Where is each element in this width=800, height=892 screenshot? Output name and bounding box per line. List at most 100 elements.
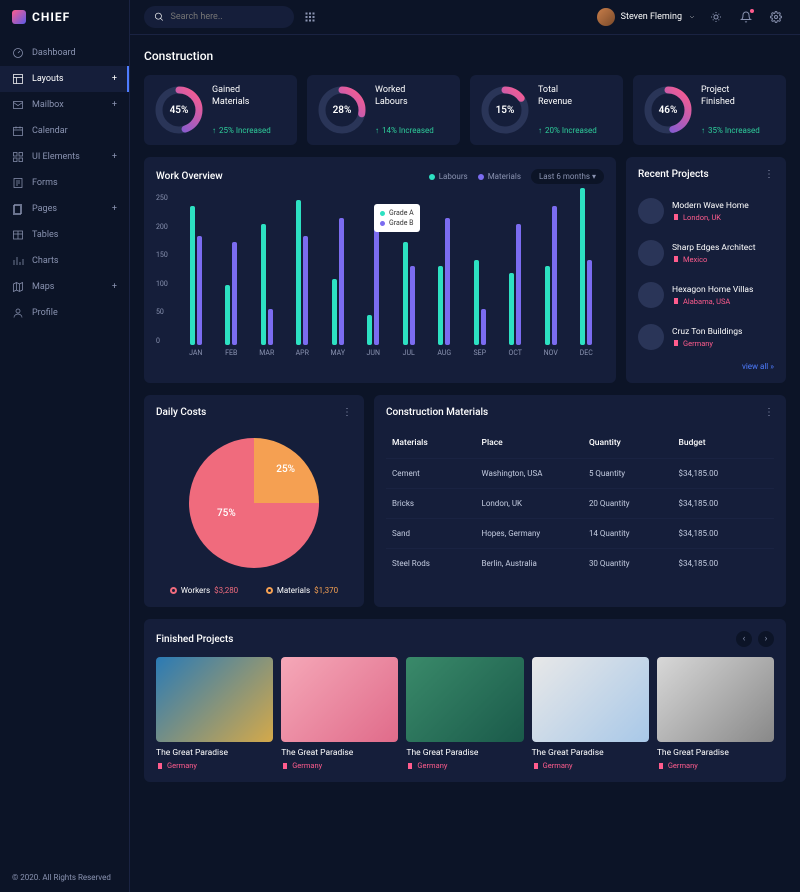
bar-labours[interactable] <box>403 242 408 345</box>
cell: 20 Quantity <box>589 499 679 508</box>
mail-icon <box>12 99 24 111</box>
project-location: Germany <box>657 761 774 770</box>
finished-card[interactable]: The Great Paradise Germany <box>156 657 273 770</box>
footer-text: © 2020. All Rights Reserved <box>0 863 129 892</box>
more-icon[interactable]: ⋮ <box>764 169 774 180</box>
nav-item-profile[interactable]: Profile <box>0 300 129 326</box>
x-label: JUL <box>391 349 427 357</box>
y-tick: 100 <box>156 280 168 288</box>
nav-item-forms[interactable]: Forms <box>0 170 129 196</box>
nav-label: Dashboard <box>32 48 76 58</box>
nav-item-maps[interactable]: Maps+ <box>0 274 129 300</box>
bar-materials[interactable] <box>445 218 450 345</box>
nav-item-pages[interactable]: Pages+ <box>0 196 129 222</box>
settings-button[interactable] <box>766 7 786 27</box>
next-button[interactable]: › <box>758 631 774 647</box>
nav: Dashboard Layouts+Mailbox+CalendarUI Elem… <box>0 34 129 863</box>
nav-item-calendar[interactable]: Calendar <box>0 118 129 144</box>
view-all-link[interactable]: view all » <box>638 362 774 371</box>
bar-labours[interactable] <box>509 273 514 345</box>
legend-labours: Labours <box>429 172 468 181</box>
search-input[interactable] <box>170 12 284 22</box>
building-icon <box>281 762 289 770</box>
project-item[interactable]: Hexagon Home VillasAlabama, USA <box>638 274 774 316</box>
bar-materials[interactable] <box>481 309 486 345</box>
bar-materials[interactable] <box>410 266 415 345</box>
bar-labours[interactable] <box>332 279 337 345</box>
grid-icon <box>12 151 24 163</box>
notifications-button[interactable] <box>736 7 756 27</box>
more-icon[interactable]: ⋮ <box>764 407 774 418</box>
stat-trend: ↑14% Increased <box>375 126 450 135</box>
bar-labours[interactable] <box>545 266 550 345</box>
bar-materials[interactable] <box>303 236 308 345</box>
bar-labours[interactable] <box>438 266 443 345</box>
legend-dot <box>266 587 273 594</box>
table-row[interactable]: Steel RodsBerlin, Australia30 Quantity$3… <box>386 548 774 578</box>
legend-dot <box>170 587 177 594</box>
project-title: The Great Paradise <box>156 748 273 758</box>
project-image <box>406 657 523 742</box>
table-row[interactable]: BricksLondon, UK20 Quantity$34,185.00 <box>386 488 774 518</box>
range-dropdown[interactable]: Last 6 months ▾ <box>531 169 604 184</box>
finished-card[interactable]: The Great ParadiseGermany <box>532 657 649 770</box>
bar-group: SEP <box>462 194 498 345</box>
project-item[interactable]: Cruz Ton BuildingsGermany <box>638 316 774 358</box>
nav-item-tables[interactable]: Tables <box>0 222 129 248</box>
finished-card[interactable]: The Great ParadiseGermany <box>657 657 774 770</box>
bar-materials[interactable] <box>374 212 379 345</box>
search-box[interactable] <box>144 6 294 28</box>
apps-icon[interactable] <box>304 11 316 23</box>
topbar: Steven Fleming <box>130 0 800 35</box>
nav-item-dashboard[interactable]: Dashboard <box>0 40 129 66</box>
speedometer-icon <box>12 47 24 59</box>
bar-materials[interactable] <box>587 260 592 345</box>
project-item[interactable]: Sharp Edges ArchitectMexico <box>638 232 774 274</box>
bar-materials[interactable] <box>552 206 557 345</box>
project-item[interactable]: Modern Wave HomeLondon, UK <box>638 190 774 232</box>
bar-group: MAR <box>249 194 285 345</box>
project-name: Sharp Edges Architect <box>672 243 756 253</box>
y-tick: 0 <box>156 337 168 345</box>
chevron-down-icon <box>688 13 696 21</box>
nav-item-charts[interactable]: Charts <box>0 248 129 274</box>
bar-materials[interactable] <box>339 218 344 345</box>
stat-pct: 45% <box>154 85 204 135</box>
user-menu[interactable]: Steven Fleming <box>597 8 696 26</box>
bar-labours[interactable] <box>190 206 195 345</box>
nav-item-ui-elements[interactable]: UI Elements+ <box>0 144 129 170</box>
col-header: Budget <box>678 438 768 448</box>
bar-labours[interactable] <box>261 224 266 345</box>
logo[interactable]: CHIEF <box>0 0 129 34</box>
legend-value: $1,370 <box>314 586 338 595</box>
bar-labours[interactable] <box>474 260 479 345</box>
project-title: The Great Paradise <box>532 748 649 758</box>
project-title: The Great Paradise <box>281 748 398 758</box>
bar-labours[interactable] <box>367 315 372 345</box>
bar-group: OCT <box>498 194 534 345</box>
nav-item-layouts[interactable]: Layouts+ <box>0 66 129 92</box>
bar-materials[interactable] <box>516 224 521 345</box>
project-location: Germany <box>156 761 273 770</box>
theme-toggle[interactable] <box>706 7 726 27</box>
more-icon[interactable]: ⋮ <box>342 407 352 418</box>
bar-materials[interactable] <box>268 309 273 345</box>
stat-trend: ↑25% Increased <box>212 126 287 135</box>
table-row[interactable]: SandHopes, Germany14 Quantity$34,185.00 <box>386 518 774 548</box>
prev-button[interactable]: ‹ <box>736 631 752 647</box>
bar-labours[interactable] <box>225 285 230 345</box>
expand-icon: + <box>112 152 117 162</box>
x-label: JAN <box>178 349 214 357</box>
bar-materials[interactable] <box>197 236 202 345</box>
finished-card[interactable]: The Great ParadiseGermany <box>281 657 398 770</box>
finished-card[interactable]: The Great ParadiseGermany <box>406 657 523 770</box>
bar-materials[interactable] <box>232 242 237 345</box>
nav-item-mailbox[interactable]: Mailbox+ <box>0 92 129 118</box>
bar-labours[interactable] <box>296 200 301 345</box>
table-header: MaterialsPlaceQuantityBudget <box>386 428 774 458</box>
project-name: Hexagon Home Villas <box>672 285 753 295</box>
table-row[interactable]: CementWashington, USA5 Quantity$34,185.0… <box>386 458 774 488</box>
bar-labours[interactable] <box>580 188 585 345</box>
bar-group: MAY <box>320 194 356 345</box>
y-tick: 50 <box>156 308 168 316</box>
